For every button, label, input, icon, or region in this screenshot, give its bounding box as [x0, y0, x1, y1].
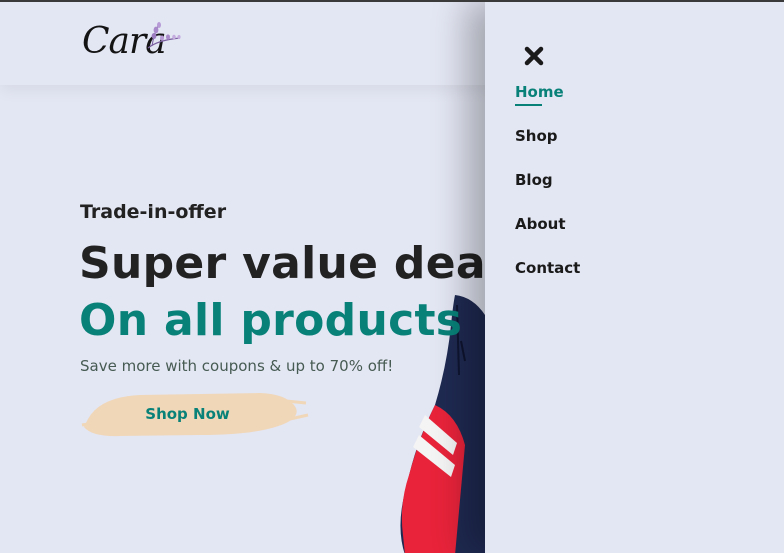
nav-item-label: About	[515, 215, 566, 233]
nav-item-home[interactable]: Home	[515, 80, 580, 124]
nav-item-blog[interactable]: Blog	[515, 168, 580, 212]
logo[interactable]: Cara	[82, 20, 182, 66]
mobile-nav-drawer: Home Shop Blog About Contact	[485, 2, 784, 553]
lavender-sprig-icon	[147, 22, 181, 49]
hero-eyebrow: Trade-in-offer	[80, 201, 227, 223]
nav-item-label: Contact	[515, 259, 581, 277]
nav-item-shop[interactable]: Shop	[515, 124, 580, 168]
nav-item-label: Home	[515, 80, 564, 104]
shop-now-button[interactable]: Shop Now	[80, 389, 310, 439]
hero-subtitle: On all products	[79, 295, 463, 346]
nav-item-label: Blog	[515, 171, 553, 189]
nav-item-contact[interactable]: Contact	[515, 256, 580, 300]
nav-item-label: Shop	[515, 127, 558, 145]
hero-description: Save more with coupons & up to 70% off!	[80, 357, 394, 375]
nav-item-about[interactable]: About	[515, 212, 580, 256]
close-icon	[524, 46, 544, 66]
window-top-border	[0, 0, 784, 2]
close-menu-button[interactable]	[523, 45, 545, 67]
hero-title: Super value deals	[79, 238, 528, 289]
nav-list: Home Shop Blog About Contact	[515, 80, 580, 300]
shop-now-label: Shop Now	[145, 405, 230, 423]
